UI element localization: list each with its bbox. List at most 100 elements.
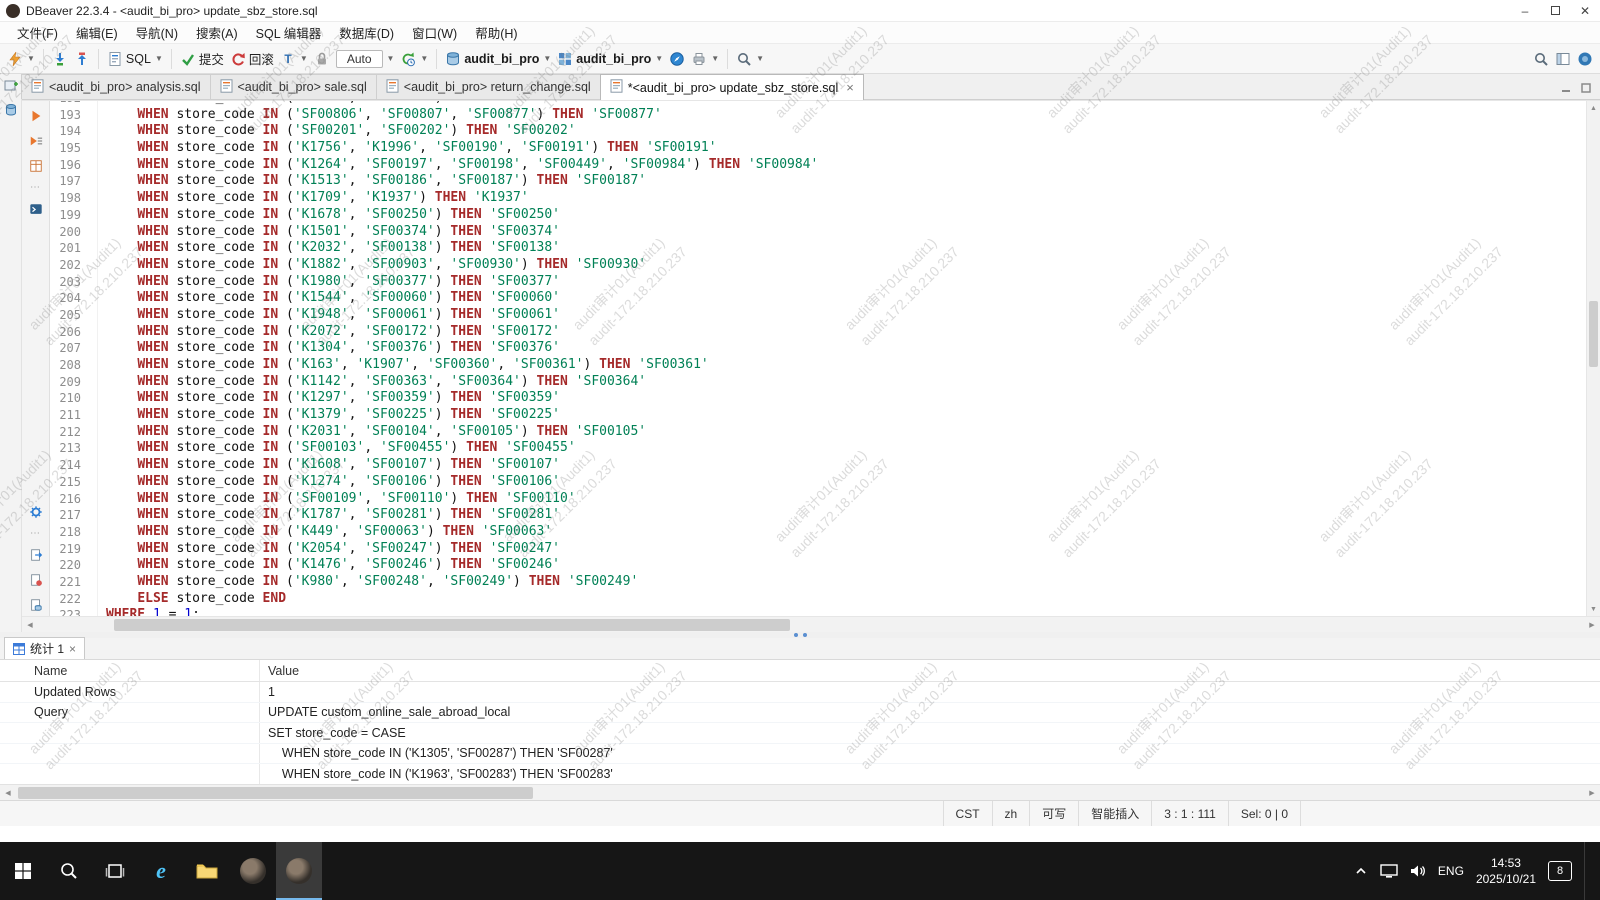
results-horizontal-scrollbar[interactable]: ◀ ▶ xyxy=(0,784,1600,800)
scroll-left-icon[interactable]: ◀ xyxy=(0,785,16,801)
editor-tab-1[interactable]: <audit_bi_pro> analysis.sql xyxy=(21,74,211,99)
maximize-button[interactable] xyxy=(1540,0,1570,21)
scroll-up-icon[interactable]: ▲ xyxy=(1587,101,1600,115)
transaction-mode-button[interactable]: T ▼ xyxy=(277,47,311,71)
tray-expand-icon[interactable] xyxy=(1354,864,1368,878)
code-line[interactable]: 202 WHEN store_code IN ('K1882', 'SF0090… xyxy=(50,257,1586,274)
taskbar-search-button[interactable] xyxy=(46,842,92,900)
result-row[interactable]: QueryUPDATE custom_online_sale_abroad_lo… xyxy=(0,703,1600,724)
code-line[interactable]: 199 WHEN store_code IN ('K1678', 'SF0025… xyxy=(50,207,1586,224)
code-line[interactable]: 196 WHEN store_code IN ('K1264', 'SF0019… xyxy=(50,157,1586,174)
menu-item-6[interactable]: 数据库(D) xyxy=(330,22,403,43)
code-line[interactable]: 193 WHEN store_code IN ('SF00806', 'SF00… xyxy=(50,107,1586,124)
menu-item-8[interactable]: 帮助(H) xyxy=(466,22,526,43)
code-line[interactable]: 206 WHEN store_code IN ('K2072', 'SF0017… xyxy=(50,324,1586,341)
result-row[interactable]: WHEN store_code IN ('K1305', 'SF00287') … xyxy=(0,744,1600,765)
code-line[interactable]: 212 WHEN store_code IN ('K2031', 'SF0010… xyxy=(50,424,1586,441)
code-line[interactable]: 213 WHEN store_code IN ('SF00103', 'SF00… xyxy=(50,440,1586,457)
more-actions-icon[interactable]: ⋯ xyxy=(30,528,41,539)
code-line[interactable]: 201 WHEN store_code IN ('K2032', 'SF0013… xyxy=(50,240,1586,257)
result-row[interactable]: SET store_code = CASE xyxy=(0,723,1600,744)
close-button[interactable]: ✕ xyxy=(1570,0,1600,21)
code-line[interactable]: 197 WHEN store_code IN ('K1513', 'SF0018… xyxy=(50,173,1586,190)
scroll-down-icon[interactable]: ▼ xyxy=(1587,602,1600,616)
editor-tab-2[interactable]: <audit_bi_pro> sale.sql xyxy=(210,74,377,99)
menu-item-4[interactable]: 搜索(A) xyxy=(187,22,247,43)
code-line[interactable]: 219 WHEN store_code IN ('K2054', 'SF0024… xyxy=(50,541,1586,558)
code-line[interactable]: 200 WHEN store_code IN ('K1501', 'SF0037… xyxy=(50,224,1586,241)
close-results-tab-icon[interactable]: × xyxy=(69,642,76,656)
code-line[interactable]: 223WHERE 1 = 1; xyxy=(50,607,1586,616)
dbeaver-taskbar-button[interactable] xyxy=(230,842,276,900)
schema-selector[interactable]: audit_bi_pro ▼ xyxy=(554,47,666,71)
restore-database-view-icon[interactable] xyxy=(3,102,19,118)
code-line[interactable]: 208 WHEN store_code IN ('K163', 'K1907',… xyxy=(50,357,1586,374)
code-line[interactable]: 198 WHEN store_code IN ('K1709', 'K1937'… xyxy=(50,190,1586,207)
notification-badge[interactable]: 8 xyxy=(1548,861,1572,881)
speaker-icon[interactable] xyxy=(1410,864,1426,878)
file-explorer-button[interactable] xyxy=(184,842,230,900)
search-dropdown-button[interactable]: ▼ xyxy=(733,47,767,71)
validate-script-button[interactable] xyxy=(26,571,46,589)
code-line[interactable]: 210 WHEN store_code IN ('K1297', 'SF0035… xyxy=(50,390,1586,407)
connect-button[interactable] xyxy=(49,47,71,71)
execute-script-button[interactable] xyxy=(26,132,46,150)
code-line[interactable]: 195 WHEN store_code IN ('K1756', 'K1996'… xyxy=(50,140,1586,157)
editor-tab-3[interactable]: <audit_bi_pro> return_change.sql xyxy=(376,74,601,99)
restore-view-icon[interactable] xyxy=(3,78,19,94)
editor-tab-4[interactable]: *<audit_bi_pro> update_sbz_store.sql× xyxy=(600,74,864,100)
internet-explorer-button[interactable]: e xyxy=(138,842,184,900)
close-tab-icon[interactable]: × xyxy=(846,80,854,95)
rollback-button[interactable]: 回滚 xyxy=(227,47,277,71)
scroll-right-icon[interactable]: ▶ xyxy=(1584,785,1600,801)
scroll-right-icon[interactable]: ▶ xyxy=(1584,617,1600,633)
code-line[interactable]: 209 WHEN store_code IN ('K1142', 'SF0036… xyxy=(50,374,1586,391)
database-selector[interactable]: audit_bi_pro ▼ xyxy=(442,47,554,71)
scroll-left-icon[interactable]: ◀ xyxy=(22,617,38,633)
editor-settings-button[interactable] xyxy=(26,503,46,521)
menu-item-2[interactable]: 编辑(E) xyxy=(67,22,127,43)
code-line[interactable]: 220 WHEN store_code IN ('K1476', 'SF0024… xyxy=(50,557,1586,574)
navigator-sync-button[interactable] xyxy=(666,47,688,71)
menu-item-7[interactable]: 窗口(W) xyxy=(403,22,466,43)
code-line[interactable]: 221 WHEN store_code IN ('K980', 'SF00248… xyxy=(50,574,1586,591)
more-actions-icon[interactable]: ⋯ xyxy=(30,182,41,193)
open-perspective-button[interactable] xyxy=(1552,47,1574,71)
execute-statement-button[interactable] xyxy=(26,107,46,125)
new-sql-editor-button[interactable]: ▼ xyxy=(4,47,38,71)
code-line[interactable]: 203 WHEN store_code IN ('K1980', 'SF0037… xyxy=(50,274,1586,291)
code-line[interactable]: 205 WHEN store_code IN ('K1948', 'SF0006… xyxy=(50,307,1586,324)
column-header-name[interactable]: Name xyxy=(0,660,260,681)
network-icon[interactable] xyxy=(1380,864,1398,878)
editor-horizontal-scrollbar[interactable]: ◀ ▶ xyxy=(22,616,1600,632)
minimize-button[interactable]: – xyxy=(1510,0,1540,21)
code-line[interactable]: 218 WHEN store_code IN ('K449', 'SF00063… xyxy=(50,524,1586,541)
start-button[interactable] xyxy=(0,842,46,900)
show-desktop-button[interactable] xyxy=(1584,842,1588,900)
refresh-button[interactable]: ▼ xyxy=(397,47,431,71)
tab-statistics[interactable]: 统计 1 × xyxy=(4,637,85,659)
disconnect-button[interactable] xyxy=(71,47,93,71)
code-line[interactable]: 207 WHEN store_code IN ('K1304', 'SF0037… xyxy=(50,340,1586,357)
open-console-button[interactable] xyxy=(26,200,46,218)
sql-editor[interactable]: 192 WHEN store_code IN ('K1125', 'SF0019… xyxy=(50,101,1600,616)
column-header-value[interactable]: Value xyxy=(260,660,1600,681)
horizontal-scroll-thumb[interactable] xyxy=(114,619,790,631)
save-to-database-button[interactable] xyxy=(26,596,46,614)
sql-dialect-selector[interactable]: SQL ▼ xyxy=(104,47,166,71)
maximize-view-icon[interactable] xyxy=(1580,82,1592,94)
code-line[interactable]: 211 WHEN store_code IN ('K1379', 'SF0022… xyxy=(50,407,1586,424)
code-line[interactable]: 214 WHEN store_code IN ('K1608', 'SF0010… xyxy=(50,457,1586,474)
code-line[interactable]: 204 WHEN store_code IN ('K1544', 'SF0006… xyxy=(50,290,1586,307)
commit-button[interactable]: 提交 xyxy=(177,47,227,71)
language-indicator[interactable]: ENG xyxy=(1438,864,1464,878)
code-line[interactable]: 194 WHEN store_code IN ('SF00201', 'SF00… xyxy=(50,123,1586,140)
vertical-scroll-thumb[interactable] xyxy=(1589,301,1598,367)
result-row[interactable]: Updated Rows1 xyxy=(0,682,1600,703)
task-view-button[interactable] xyxy=(92,842,138,900)
code-line[interactable]: 222 ELSE store_code END xyxy=(50,591,1586,608)
code-line[interactable]: 216 WHEN store_code IN ('SF00109', 'SF00… xyxy=(50,491,1586,508)
quick-search-button[interactable] xyxy=(1530,47,1552,71)
dbeaver-community-button[interactable] xyxy=(1574,47,1596,71)
export-result-button[interactable] xyxy=(26,546,46,564)
